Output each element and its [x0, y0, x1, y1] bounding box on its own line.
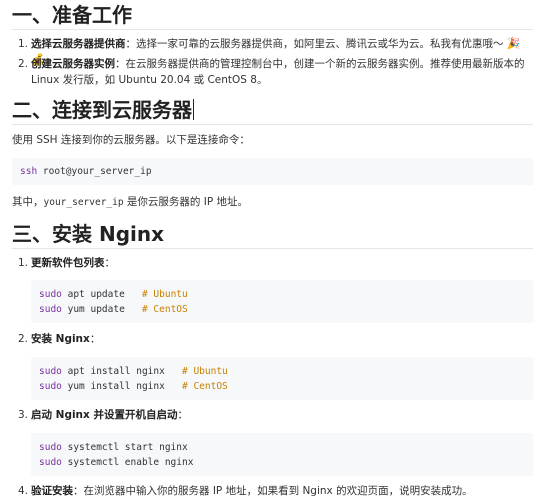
code-block-update[interactable]: sudo apt update # Ubuntu sudo yum update…: [31, 280, 533, 323]
list-item-update-packages: 1. 更新软件包列表：: [18, 257, 115, 269]
code-line: ssh root@your_server_ip: [20, 166, 152, 177]
list-item-label: 启动 Nginx 并设置开机自启动: [31, 409, 178, 421]
list-number: 2.: [18, 58, 29, 70]
code-block-ssh[interactable]: ssh root@your_server_ip: [12, 158, 533, 185]
list-item-label: 安装 Nginx: [31, 333, 90, 345]
list-number: 2.: [18, 333, 29, 345]
section-heading-prepare: 一、准备工作: [12, 3, 132, 27]
connect-intro: 使用 SSH 连接到你的云服务器。以下是连接命令：: [12, 134, 250, 146]
list-item-install-nginx: 2. 安装 Nginx：: [18, 333, 101, 345]
inline-code-server-ip: your_server_ip: [43, 197, 124, 208]
list-item-create-instance: 2. 创建云服务器实例：在云服务器提供商的管理控制台中，创建一个新的云服务器实例…: [18, 56, 533, 88]
list-item-label: 选择云服务器提供商: [31, 38, 126, 50]
section-heading-install-nginx: 三、安装 Nginx: [12, 222, 165, 246]
text-cursor: [193, 99, 194, 120]
list-item-choose-provider: 1. 选择云服务器提供商：选择一家可靠的云服务器提供商，如阿里云、腾讯云或华为云…: [18, 36, 533, 66]
section-heading-connect: 二、连接到云服务器: [12, 98, 194, 122]
code-line: sudo yum update # CentOS: [39, 304, 188, 315]
list-number: 4.: [18, 485, 29, 497]
list-item-text: ：选择一家可靠的云服务器提供商，如阿里云、腾讯云或华为云。私我有优惠哦～: [125, 38, 504, 50]
code-line: sudo systemctl enable nginx: [39, 457, 194, 468]
heading-divider: [12, 248, 533, 249]
heading-divider: [12, 124, 533, 125]
code-block-systemctl[interactable]: sudo systemctl start nginx sudo systemct…: [31, 433, 533, 476]
code-line: sudo apt update # Ubuntu: [39, 289, 188, 300]
code-line: sudo systemctl start nginx: [39, 442, 188, 453]
heading-divider: [12, 29, 533, 30]
server-ip-note: 其中，your_server_ip 是你云服务器的 IP 地址。: [12, 196, 249, 208]
list-item-label: 验证安装: [31, 485, 73, 497]
list-item-label: 更新软件包列表: [31, 257, 105, 269]
list-item-text: ：在浏览器中输入你的服务器 IP 地址，如果看到 Nginx 的欢迎页面，说明安…: [73, 485, 473, 497]
code-line: sudo yum install nginx # CentOS: [39, 381, 228, 392]
code-line: sudo apt install nginx # Ubuntu: [39, 366, 228, 377]
list-item-verify: 4. 验证安装：在浏览器中输入你的服务器 IP 地址，如果看到 Nginx 的欢…: [18, 483, 533, 499]
list-number: 1.: [18, 257, 29, 269]
list-number: 1.: [18, 38, 29, 50]
list-item-label: 创建云服务器实例: [31, 58, 115, 70]
list-item-start-nginx: 3. 启动 Nginx 并设置开机自启动：: [18, 409, 188, 421]
list-number: 3.: [18, 409, 29, 421]
code-block-install[interactable]: sudo apt install nginx # Ubuntu sudo yum…: [31, 357, 533, 400]
